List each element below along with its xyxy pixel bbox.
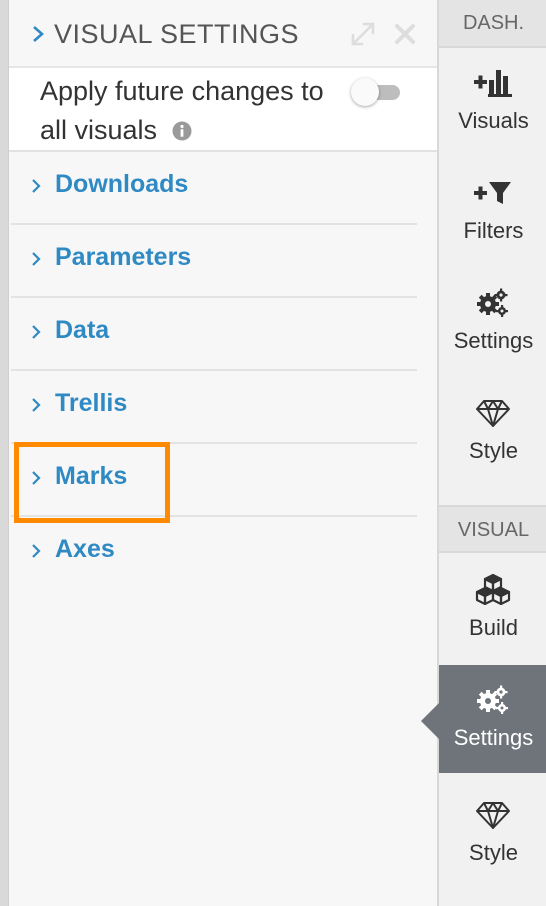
accordion-item-trellis[interactable]: Trellis [11, 371, 417, 444]
chevron-right-icon [32, 398, 41, 412]
accordion-item-axes[interactable]: Axes [11, 517, 417, 590]
sidebar-item-label: Filters [463, 218, 524, 243]
chevron-right-icon [32, 252, 41, 266]
sidebar-item-dash-style[interactable]: Style [439, 378, 546, 486]
accordion-item-downloads[interactable]: Downloads [11, 152, 417, 225]
active-pointer [421, 703, 439, 739]
close-icon[interactable] [393, 22, 417, 46]
settings-accordion: Downloads Parameters Data Trellis Marks … [11, 152, 417, 590]
chevron-right-icon [32, 544, 41, 558]
accordion-item-label: Axes [55, 535, 115, 563]
collapse-chevron-icon[interactable] [31, 24, 45, 44]
accordion-item-parameters[interactable]: Parameters [11, 225, 417, 298]
info-icon[interactable] [172, 121, 192, 141]
diamond-icon [476, 400, 510, 427]
diamond-icon [476, 802, 510, 829]
sidebar-section-visual: VISUAL [439, 505, 546, 553]
panel-title: VISUAL SETTINGS [54, 19, 300, 49]
sidebar-item-label: Visuals [458, 108, 529, 133]
marks-highlight-box [14, 442, 170, 523]
add-filter-icon [474, 182, 511, 204]
apply-future-changes-text: Apply future changes to all visuals [40, 72, 350, 150]
accordion-item-label: Trellis [55, 389, 128, 417]
sidebar-item-label: Settings [453, 725, 534, 750]
accordion-item-label: Parameters [55, 243, 192, 271]
apply-future-changes-row: Apply future changes to all visuals [9, 68, 437, 152]
add-chart-icon [474, 70, 512, 97]
toggle-knob [351, 78, 379, 106]
sidebar-item-build[interactable]: Build [439, 555, 546, 663]
right-sidebar: DASH. Visuals Filters Settings Style VIS… [421, 0, 546, 906]
sidebar-item-label: Build [469, 615, 518, 640]
chevron-right-icon [32, 179, 41, 193]
apply-future-changes-toggle[interactable] [351, 76, 401, 106]
sidebar-section-dash: DASH. [439, 0, 546, 48]
sidebar-item-label: Style [469, 438, 518, 463]
sidebar-item-dash-settings[interactable]: Settings [439, 268, 546, 376]
gears-icon [477, 685, 508, 714]
accordion-item-label: Downloads [55, 170, 189, 198]
gears-icon [477, 288, 508, 317]
sidebar-item-visual-style[interactable]: Style [439, 780, 546, 888]
cubes-icon [475, 573, 511, 605]
panel-header: VISUAL SETTINGS [9, 0, 437, 68]
chevron-right-icon [32, 325, 41, 339]
sidebar-item-filters[interactable]: Filters [439, 158, 546, 266]
accordion-item-label: Data [55, 316, 110, 344]
sidebar-item-label: Settings [453, 328, 534, 353]
sidebar-item-label: Style [469, 840, 518, 865]
sidebar-item-visual-settings[interactable]: Settings [421, 665, 546, 773]
expand-icon[interactable] [349, 20, 377, 48]
sidebar-item-visuals[interactable]: Visuals [439, 48, 546, 156]
accordion-item-data[interactable]: Data [11, 298, 417, 371]
left-edge-strip [0, 0, 9, 906]
